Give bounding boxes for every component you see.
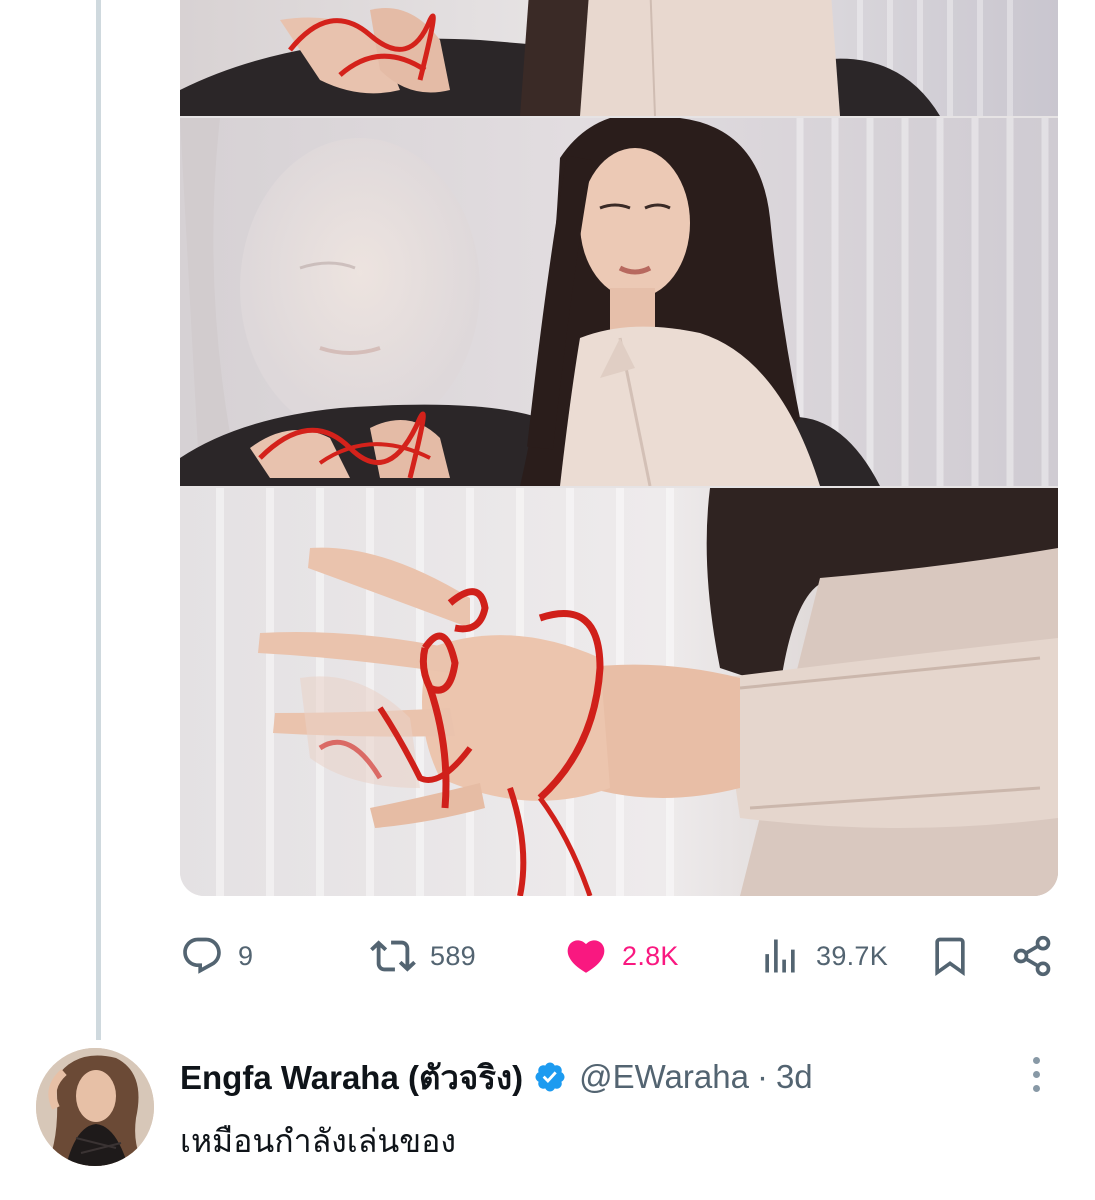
more-options-icon[interactable] (1016, 1052, 1056, 1096)
views-chart-icon (765, 939, 795, 973)
like-button[interactable]: 2.8K (564, 930, 679, 982)
avatar[interactable] (36, 1048, 154, 1166)
tweet-thread: 9 589 2.8K 39.7K Engfa Waraha (ตัวจริง) … (0, 0, 1095, 1200)
separator-dot: · (756, 1058, 768, 1095)
user-handle[interactable]: @EWaraha (579, 1058, 749, 1096)
tweet-action-bar: 9 589 2.8K 39.7K (180, 930, 1060, 982)
display-name[interactable]: Engfa Waraha (ตัวจริง) (180, 1051, 523, 1104)
verified-badge-icon (535, 1062, 565, 1092)
reply-count: 9 (238, 940, 254, 971)
like-count: 2.8K (622, 940, 679, 971)
retweet-count: 589 (430, 940, 476, 971)
media-photo-2[interactable] (180, 118, 1058, 486)
views-button[interactable]: 39.7K (758, 930, 888, 982)
timestamp[interactable]: 3d (776, 1058, 813, 1096)
share-icon (1013, 935, 1051, 977)
bookmark-button[interactable] (928, 930, 972, 982)
retweet-icon (370, 940, 416, 972)
reply-header: Engfa Waraha (ตัวจริง) @EWaraha · 3d (180, 1054, 813, 1100)
tweet-media-grid[interactable] (180, 0, 1058, 896)
thread-connector-line (96, 0, 101, 1040)
reply-text: เหมือนกำลังเล่นของ (180, 1123, 456, 1159)
retweet-button[interactable]: 589 (370, 930, 476, 982)
bookmark-icon (935, 937, 965, 977)
reply-button[interactable]: 9 (180, 930, 253, 982)
share-button[interactable] (1010, 930, 1054, 982)
reply-icon (183, 937, 221, 974)
view-count: 39.7K (816, 940, 889, 971)
heart-filled-icon (567, 940, 605, 973)
media-photo-1[interactable] (180, 0, 1058, 116)
media-photo-3[interactable] (180, 488, 1058, 896)
